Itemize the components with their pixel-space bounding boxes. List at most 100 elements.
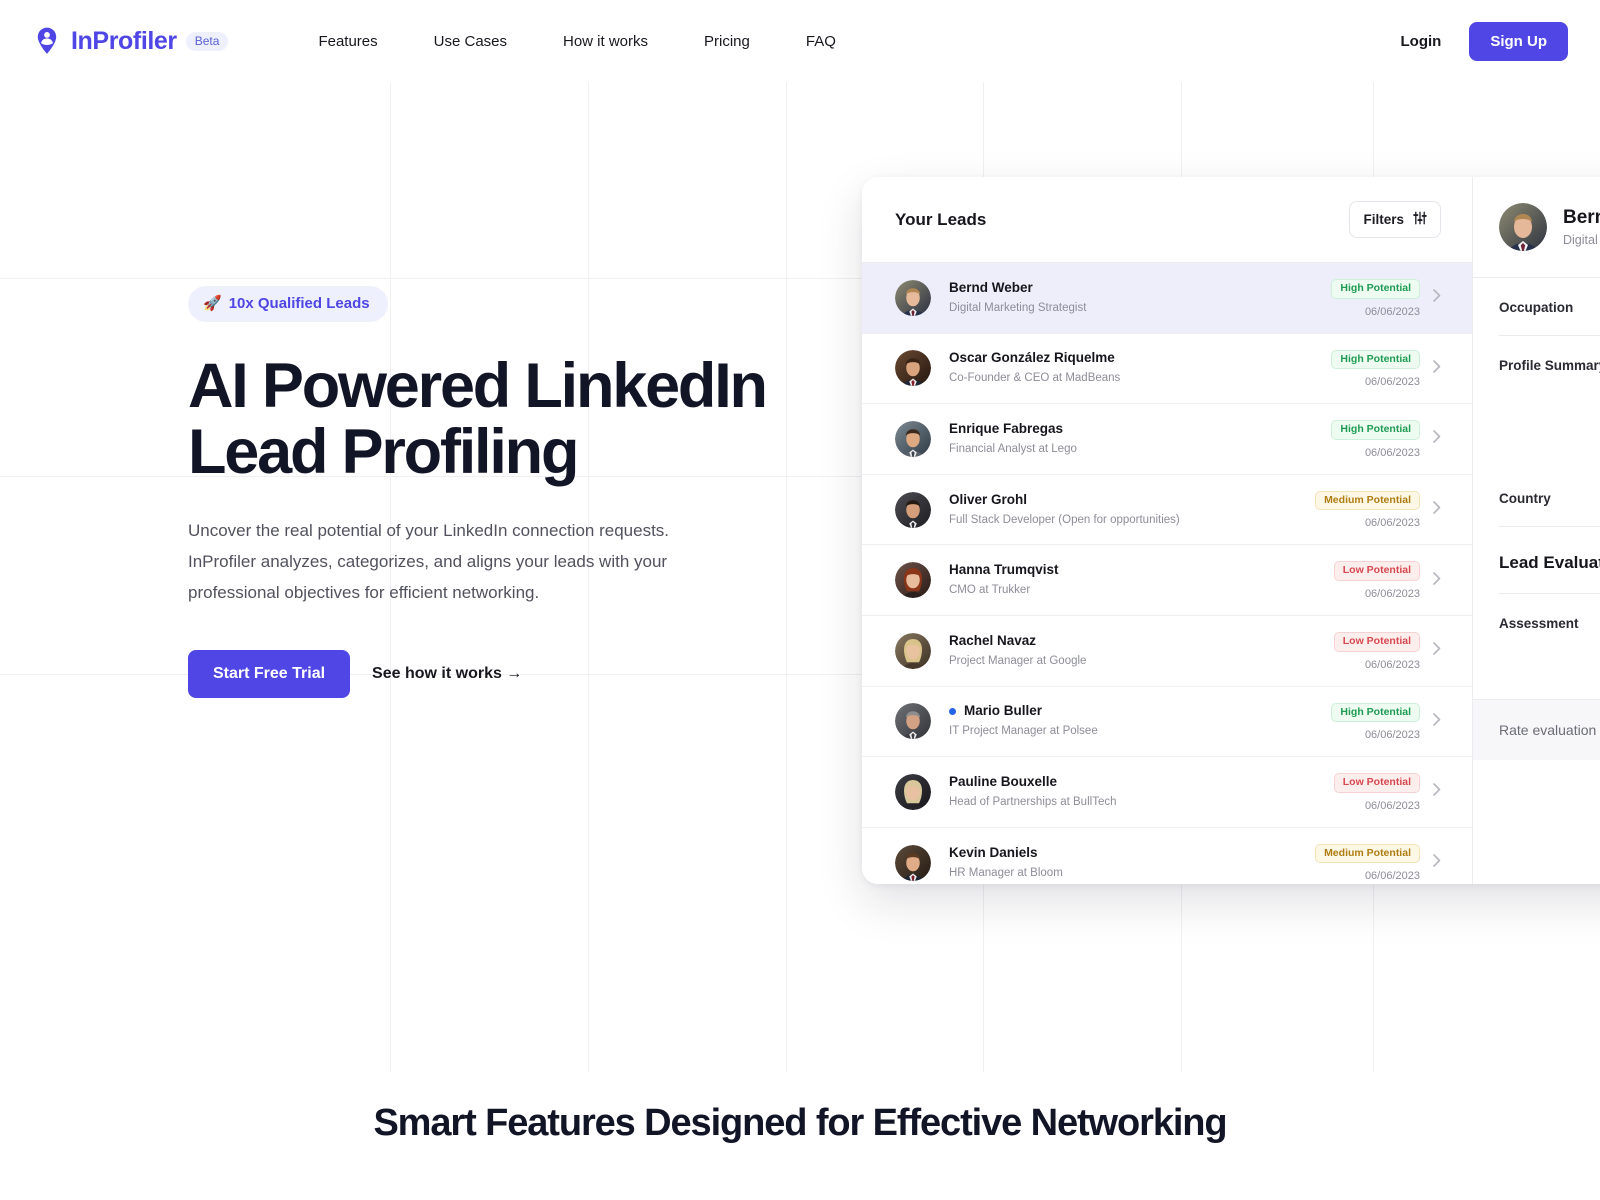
- detail-identity: Bernd Weber Digital Marketing Strategist: [1563, 207, 1600, 247]
- chevron-right-icon[interactable]: [1426, 713, 1448, 730]
- lead-name-text: Bernd Weber: [949, 279, 1033, 295]
- detail-role: Digital Marketing Strategist: [1563, 233, 1600, 247]
- lead-info: Kevin Daniels HR Manager at Bloom: [949, 845, 1315, 881]
- lead-row[interactable]: Bernd Weber Digital Marketing Strategist H…: [862, 263, 1472, 334]
- lead-date: 06/06/2023: [1364, 799, 1420, 812]
- chevron-right-icon[interactable]: [1426, 783, 1448, 800]
- avatar: [895, 632, 931, 669]
- lead-role: Digital Marketing Strategist: [949, 301, 1087, 314]
- site-header: InProfiler Beta Features Use Cases How i…: [0, 0, 1600, 82]
- detail-field-profile-summary: Profile Summary: [1499, 336, 1600, 373]
- filters-button[interactable]: Filters: [1349, 201, 1441, 238]
- lead-row[interactable]: Hanna Trumqvist CMO at Trukker Low Potenti…: [862, 545, 1472, 616]
- lead-date: 06/06/2023: [1364, 658, 1420, 671]
- lead-name: Oliver Grohl: [949, 492, 1315, 509]
- lead-row[interactable]: Pauline Bouxelle Head of Partnerships at …: [862, 757, 1472, 828]
- header-actions: Login Sign Up: [1401, 21, 1568, 61]
- lead-role: CMO at Trukker: [949, 584, 1031, 597]
- avatar: [895, 562, 931, 599]
- chevron-right-icon[interactable]: [1426, 501, 1448, 518]
- start-free-trial-button[interactable]: Start Free Trial: [188, 650, 351, 699]
- nav-item-faq[interactable]: FAQ: [778, 33, 864, 50]
- lead-row[interactable]: Mario Buller IT Project Manager at Polsee…: [862, 687, 1472, 758]
- signup-button[interactable]: Sign Up: [1469, 21, 1568, 61]
- hero-title-line1: AI Powered LinkedIn: [188, 351, 768, 421]
- login-link[interactable]: Login: [1401, 33, 1442, 50]
- nav-item-pricing[interactable]: Pricing: [676, 33, 778, 50]
- hero-title: AI Powered LinkedIn Lead Profiling: [188, 351, 888, 487]
- lead-meta: Medium Potential 06/06/2023: [1315, 490, 1420, 529]
- lead-meta: High Potential 06/06/2023: [1331, 702, 1420, 742]
- nav-item-features[interactable]: Features: [290, 33, 405, 50]
- filters-label: Filters: [1363, 212, 1404, 227]
- lead-info: Rachel Navaz Project Manager at Google: [949, 633, 1334, 669]
- status-badge: Low Potential: [1333, 632, 1420, 652]
- unread-dot-icon: [949, 708, 956, 716]
- detail-field-country: Country: [1499, 469, 1600, 506]
- avatar: [895, 491, 931, 528]
- lead-name-text: Enrique Fabregas: [949, 421, 1064, 437]
- lead-info: Mario Buller IT Project Manager at Polsee: [949, 703, 1331, 739]
- lead-role: Head of Partnerships at BullTech: [949, 795, 1117, 808]
- status-badge: High Potential: [1331, 279, 1420, 299]
- status-badge: Low Potential: [1333, 773, 1420, 793]
- lead-date: 06/06/2023: [1364, 729, 1420, 742]
- page-root: InProfiler Beta Features Use Cases How i…: [0, 0, 1600, 1200]
- lead-info: Oscar González Riquelme Co-Founder & CEO …: [949, 350, 1331, 386]
- detail-header: Bernd Weber Digital Marketing Strategist: [1473, 177, 1600, 278]
- lead-name-text: Rachel Navaz: [949, 632, 1037, 648]
- hero-cta-group: Start Free Trial See how it works →: [188, 650, 888, 699]
- lead-name-text: Hanna Trumqvist: [949, 562, 1059, 578]
- lead-info: Hanna Trumqvist CMO at Trukker: [949, 562, 1334, 598]
- lead-name-text: Oliver Grohl: [949, 491, 1028, 507]
- lead-name: Pauline Bouxelle: [949, 774, 1334, 791]
- chevron-right-icon[interactable]: [1426, 642, 1448, 659]
- lead-date: 06/06/2023: [1364, 376, 1420, 389]
- avatar: [1499, 203, 1547, 251]
- avatar: [895, 279, 931, 316]
- lead-meta: High Potential 06/06/2023: [1331, 419, 1420, 459]
- hero-title-line2: Lead Profiling: [188, 416, 579, 487]
- assessment-label: Assessment: [1499, 616, 1579, 631]
- lead-name: Hanna Trumqvist: [949, 562, 1334, 579]
- lead-info: Bernd Weber Digital Marketing Strategist: [949, 280, 1331, 316]
- leads-header: Your Leads Filters: [862, 177, 1472, 263]
- lead-info: Pauline Bouxelle Head of Partnerships at …: [949, 774, 1334, 810]
- lead-role: Co-Founder & CEO at MadBeans: [949, 372, 1121, 385]
- hero-badge-label: 10x Qualified Leads: [228, 295, 370, 312]
- detail-field-assessment: Assessment: [1499, 594, 1600, 631]
- sliders-icon: [1413, 211, 1427, 228]
- brand-name: InProfiler: [71, 26, 177, 55]
- lead-row[interactable]: Enrique Fabregas Financial Analyst at Leg…: [862, 404, 1472, 475]
- lead-meta: High Potential 06/06/2023: [1331, 349, 1420, 389]
- lead-name: Rachel Navaz: [949, 633, 1334, 650]
- lead-row[interactable]: Rachel Navaz Project Manager at Google Low…: [862, 616, 1472, 687]
- chevron-right-icon[interactable]: [1426, 854, 1448, 871]
- chevron-right-icon[interactable]: [1426, 289, 1448, 306]
- chevron-right-icon[interactable]: [1426, 360, 1448, 377]
- lead-role: Project Manager at Google: [949, 654, 1087, 667]
- detail-body: Occupation Profile Summary Country Lead …: [1473, 278, 1600, 673]
- chevron-right-icon[interactable]: [1426, 571, 1448, 589]
- brand-logo[interactable]: InProfiler Beta: [32, 26, 229, 56]
- lead-name-text: Oscar González Riquelme: [949, 350, 1115, 366]
- nav-item-how-it-works[interactable]: How it works: [535, 33, 676, 50]
- country-label: Country: [1499, 491, 1551, 506]
- lead-info: Enrique Fabregas Financial Analyst at Leg…: [949, 421, 1331, 457]
- lead-evaluation-title: Lead Evaluation: [1499, 553, 1600, 572]
- lead-row[interactable]: Kevin Daniels HR Manager at Bloom Medium P…: [862, 828, 1472, 884]
- lead-name-text: Kevin Daniels: [949, 844, 1038, 860]
- lead-role: Financial Analyst at Lego: [949, 442, 1077, 455]
- beta-badge: Beta: [185, 31, 229, 51]
- rate-evaluation-label[interactable]: Rate evaluation: [1473, 699, 1600, 760]
- status-badge: High Potential: [1331, 420, 1420, 440]
- avatar: [895, 844, 931, 881]
- lead-row[interactable]: Oscar González Riquelme Co-Founder & CEO …: [862, 334, 1472, 405]
- lead-meta: Medium Potential 06/06/2023: [1315, 843, 1420, 882]
- nav-item-use-cases[interactable]: Use Cases: [406, 33, 535, 50]
- chevron-right-icon[interactable]: [1426, 430, 1448, 447]
- lead-name: Mario Buller: [949, 703, 1331, 720]
- leads-title: Your Leads: [895, 209, 987, 229]
- lead-row[interactable]: Oliver Grohl Full Stack Developer (Open f…: [862, 475, 1472, 546]
- see-how-it-works-link[interactable]: See how it works →: [372, 665, 522, 683]
